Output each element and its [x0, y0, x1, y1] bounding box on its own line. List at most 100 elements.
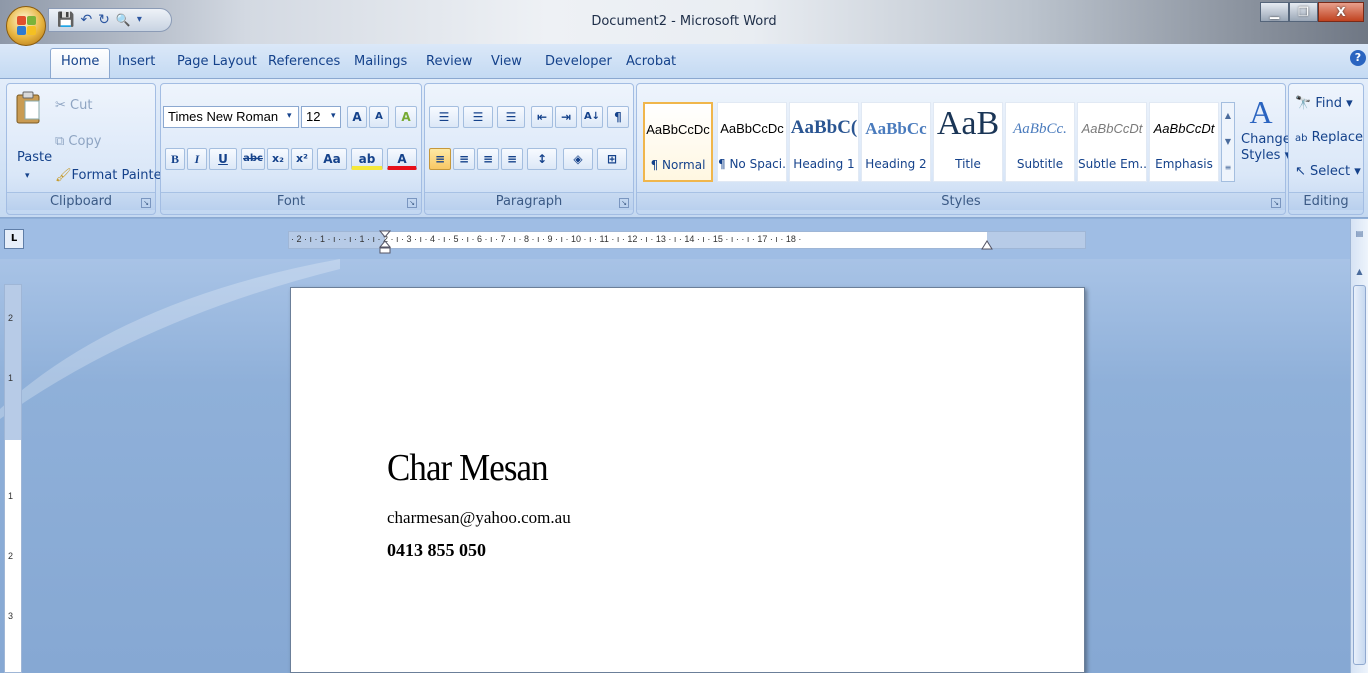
styles-dialog-launcher[interactable]: ↘: [1271, 198, 1281, 208]
cut-button[interactable]: ✂ Cut: [55, 98, 92, 114]
ribbon: Paste ▾ ✂ Cut ⧉ Copy 🖌Format Painter Cli…: [0, 78, 1368, 218]
shrink-font-button[interactable]: A: [369, 106, 389, 128]
tab-selector-button[interactable]: L: [4, 229, 24, 249]
ruler-toggle-icon[interactable]: ▤: [1353, 227, 1366, 241]
change-styles-button[interactable]: A Change Styles ▾: [1241, 92, 1291, 182]
minimize-button[interactable]: ▁: [1260, 2, 1289, 22]
paste-label[interactable]: Paste: [17, 150, 52, 166]
line-spacing-button[interactable]: ↕: [527, 148, 557, 170]
format-painter-button[interactable]: 🖌Format Painter: [55, 168, 167, 184]
vertical-ruler[interactable]: 2 1 1 2 3: [4, 284, 22, 673]
document-page[interactable]: Char Mesan charmesan@yahoo.com.au 0413 8…: [290, 287, 1085, 673]
style-no-spacing[interactable]: AaBbCcDc ¶ No Spaci...: [717, 102, 787, 182]
underline-button[interactable]: U: [209, 148, 237, 170]
font-name-box[interactable]: Times New Roman: [163, 106, 299, 128]
borders-button[interactable]: ⊞: [597, 148, 627, 170]
scrollbar-thumb[interactable]: [1353, 285, 1366, 665]
style-heading-1[interactable]: AaBbC( Heading 1: [789, 102, 859, 182]
shading-button[interactable]: ◈: [563, 148, 593, 170]
align-right-button[interactable]: ≡: [477, 148, 499, 170]
vertical-scrollbar[interactable]: ▤ ▲: [1350, 219, 1368, 673]
strikethrough-button[interactable]: abc: [241, 148, 265, 170]
replace-icon: ab: [1295, 133, 1308, 144]
document-heading-name[interactable]: Char Mesan: [387, 446, 549, 490]
styles-gallery-scroll[interactable]: ▲ ▼ ≡: [1221, 102, 1235, 182]
bold-button[interactable]: B: [165, 148, 185, 170]
style-subtle-emphasis[interactable]: AaBbCcDt Subtle Em...: [1077, 102, 1147, 182]
help-icon[interactable]: ?: [1350, 50, 1366, 66]
highlight-button[interactable]: ab: [351, 148, 383, 170]
workspace-decoration: [0, 259, 340, 419]
window-title: Document2 - Microsoft Word: [591, 14, 777, 29]
customize-icon[interactable]: ▾: [137, 15, 142, 25]
tab-insert[interactable]: Insert: [118, 52, 155, 78]
style-emphasis[interactable]: AaBbCcDt Emphasis: [1149, 102, 1219, 182]
office-logo-icon: [17, 16, 37, 36]
title-bar: Document2 - Microsoft Word: [0, 0, 1368, 44]
tab-review[interactable]: Review: [426, 52, 472, 78]
bullets-button[interactable]: ☰: [429, 106, 459, 128]
subscript-button[interactable]: x₂: [267, 148, 289, 170]
superscript-button[interactable]: x²: [291, 148, 313, 170]
redo-icon[interactable]: ↻: [98, 13, 110, 27]
print-preview-icon[interactable]: 🔍: [116, 14, 131, 26]
document-email[interactable]: charmesan@yahoo.com.au: [387, 508, 571, 528]
style-heading-2[interactable]: AaBbCc Heading 2: [861, 102, 931, 182]
select-button[interactable]: ↖ Select ▾: [1295, 164, 1361, 180]
font-size-dropdown-icon[interactable]: ▾: [331, 108, 336, 124]
increase-indent-button[interactable]: ⇥: [555, 106, 577, 128]
first-line-indent-marker[interactable]: [379, 230, 391, 254]
tab-acrobat[interactable]: Acrobat: [626, 52, 676, 78]
copy-button[interactable]: ⧉ Copy: [55, 134, 101, 150]
horizontal-ruler[interactable]: · 2 · ı · 1 · ı · · ı · 1 · ı · 2 · ı · …: [288, 230, 1086, 254]
more-styles-icon[interactable]: ≡: [1222, 155, 1234, 181]
decrease-indent-button[interactable]: ⇤: [531, 106, 553, 128]
copy-icon: ⧉: [55, 134, 69, 149]
clear-formatting-button[interactable]: A: [395, 106, 417, 128]
chevron-up-icon[interactable]: ▲: [1222, 103, 1234, 129]
justify-button[interactable]: ≡: [501, 148, 523, 170]
font-color-button[interactable]: A: [387, 148, 417, 170]
replace-button[interactable]: ab Replace: [1295, 130, 1363, 147]
paragraph-group-label: Paragraph: [425, 192, 633, 210]
chevron-down-icon[interactable]: ▼: [1222, 129, 1234, 155]
close-button[interactable]: X: [1318, 2, 1364, 22]
change-case-button[interactable]: Aa: [317, 148, 347, 170]
paste-dropdown-icon[interactable]: ▾: [25, 168, 30, 184]
maximize-button[interactable]: ❐: [1289, 2, 1318, 22]
italic-button[interactable]: I: [187, 148, 207, 170]
style-title[interactable]: AaB Title: [933, 102, 1003, 182]
tab-developer[interactable]: Developer: [545, 52, 612, 78]
paste-button[interactable]: [13, 90, 45, 150]
ruler-numbers: · 2 · ı · 1 · ı · · ı · 1 · ı · 2 · ı · …: [291, 234, 802, 244]
numbering-button[interactable]: ☰: [463, 106, 493, 128]
styles-group-label: Styles: [637, 192, 1285, 210]
font-dialog-launcher[interactable]: ↘: [407, 198, 417, 208]
right-indent-marker[interactable]: [981, 236, 993, 250]
scroll-up-icon[interactable]: ▲: [1353, 265, 1366, 279]
font-name-dropdown-icon[interactable]: ▾: [287, 108, 292, 124]
save-icon[interactable]: 💾: [57, 13, 74, 27]
document-phone[interactable]: 0413 855 050: [387, 540, 486, 561]
style-normal[interactable]: AaBbCcDc ¶ Normal: [643, 102, 713, 182]
paintbrush-icon: 🖌: [55, 168, 72, 183]
tab-view[interactable]: View: [491, 52, 522, 78]
change-styles-icon: A: [1249, 94, 1273, 130]
cursor-arrow-icon: ↖: [1295, 164, 1306, 179]
sort-button[interactable]: A↓: [581, 106, 603, 128]
tab-page-layout[interactable]: Page Layout: [177, 52, 257, 78]
tab-home[interactable]: Home: [50, 48, 111, 79]
grow-font-button[interactable]: A: [347, 106, 367, 128]
find-button[interactable]: 🔭 Find ▾: [1295, 96, 1353, 112]
align-left-button[interactable]: ≡: [429, 148, 451, 170]
style-subtitle[interactable]: AaBbCc. Subtitle: [1005, 102, 1075, 182]
tab-mailings[interactable]: Mailings: [354, 52, 407, 78]
tab-references[interactable]: References: [268, 52, 340, 78]
office-button[interactable]: [6, 6, 46, 46]
clipboard-dialog-launcher[interactable]: ↘: [141, 198, 151, 208]
multilevel-list-button[interactable]: ☰: [497, 106, 525, 128]
center-button[interactable]: ≡: [453, 148, 475, 170]
paragraph-dialog-launcher[interactable]: ↘: [619, 198, 629, 208]
show-formatting-marks-button[interactable]: ¶: [607, 106, 629, 128]
undo-icon[interactable]: ↶: [80, 13, 92, 27]
